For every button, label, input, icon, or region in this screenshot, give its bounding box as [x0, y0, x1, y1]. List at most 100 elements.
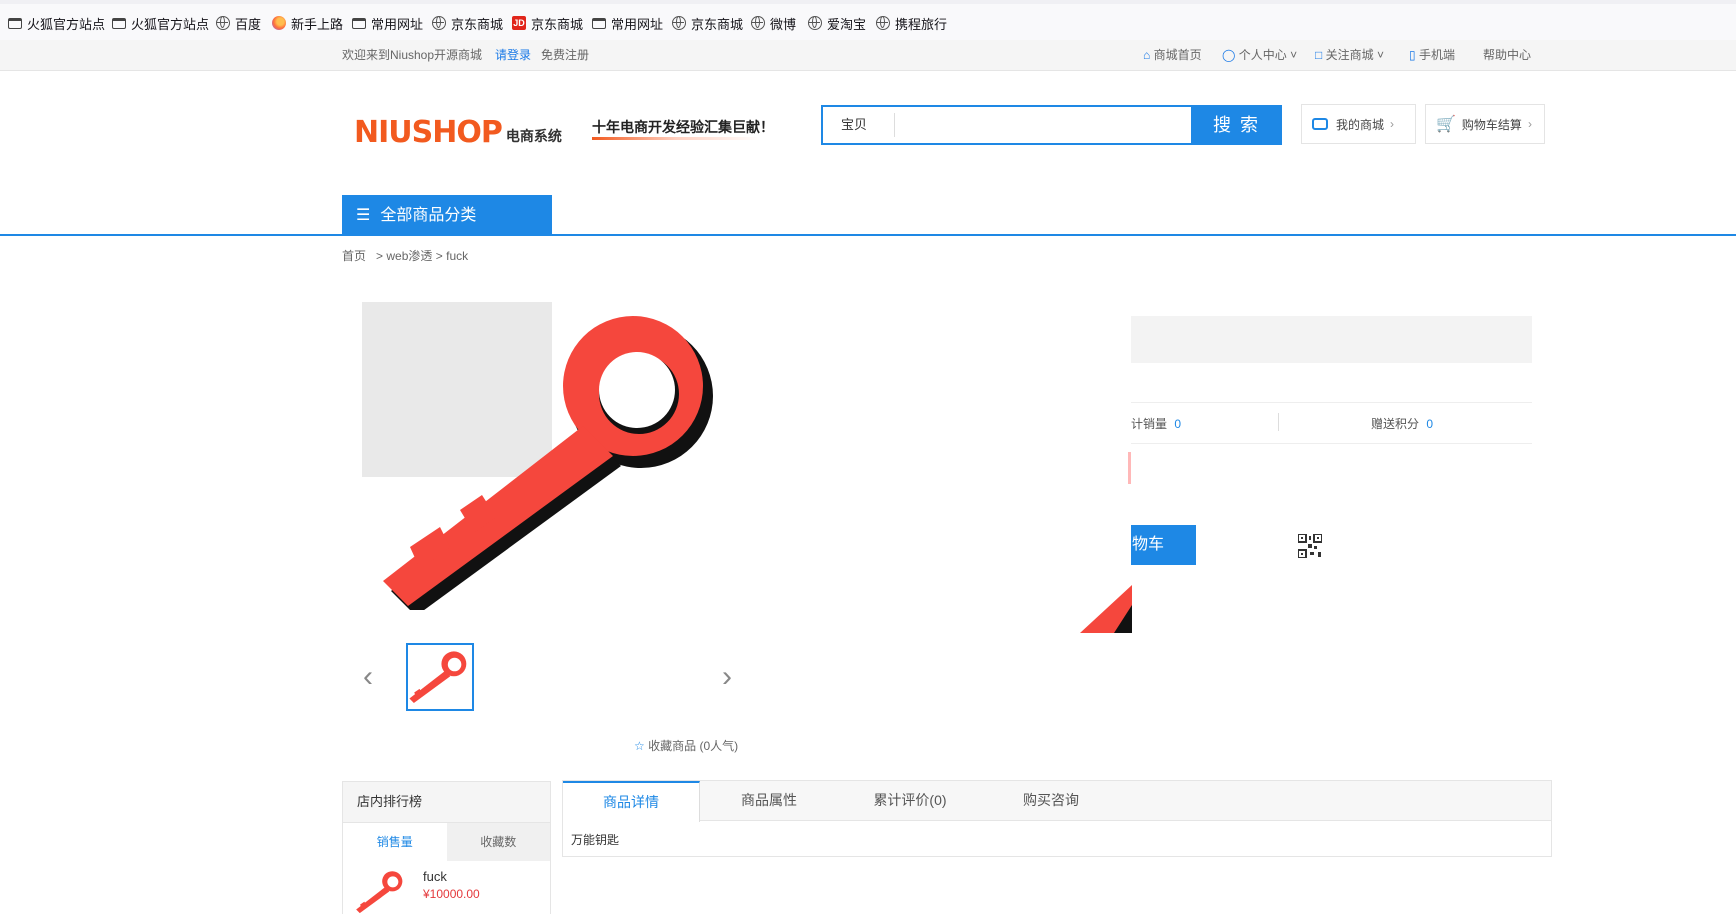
folder-icon: [592, 17, 606, 29]
site-logo[interactable]: NIUSHOP 电商系统: [354, 114, 562, 150]
bookmark-item[interactable]: 携程旅行: [876, 12, 947, 34]
bookmarks-toolbar: 火狐官方站点 火狐官方站点 百度 新手上路 常用网址 京东商城 JD 京东商城 常…: [0, 0, 1736, 40]
cart-button[interactable]: 🛒 购物车结算 ›: [1425, 104, 1545, 144]
search-scope[interactable]: 宝贝: [841, 107, 867, 143]
ranking-panel: 店内排行榜 销售量 收藏数 fuck ¥10000.00: [342, 781, 551, 914]
globe-icon: [672, 16, 686, 30]
breadcrumb-product: fuck: [446, 249, 469, 263]
search-input[interactable]: [901, 109, 1185, 143]
qr-code-icon[interactable]: [1298, 534, 1322, 558]
bookmark-item[interactable]: 京东商城: [432, 12, 503, 34]
my-mall-button[interactable]: 我的商城 ›: [1301, 104, 1416, 144]
key-icon: [409, 651, 467, 703]
user-icon: ◯: [1222, 48, 1236, 62]
follow-mall-link[interactable]: □ 关注商城 ˅: [1315, 40, 1384, 70]
globe-icon: [432, 16, 446, 30]
tab-product-attributes[interactable]: 商品属性: [701, 781, 837, 819]
bookmark-item[interactable]: 新手上路: [272, 12, 343, 34]
bookmark-label: 火狐官方站点: [27, 16, 106, 32]
search-button[interactable]: 搜 索: [1191, 105, 1282, 145]
ranking-title: 店内排行榜: [343, 782, 550, 823]
sales-count: 计销量 0: [1131, 415, 1181, 432]
bookmark-item[interactable]: 百度: [216, 12, 261, 34]
chevron-right-icon: ›: [722, 660, 732, 693]
globe-icon: [751, 16, 765, 30]
tab-inquiry[interactable]: 购买咨询: [983, 781, 1119, 819]
thumbnail-item[interactable]: [406, 643, 474, 711]
bookmark-item[interactable]: 常用网址: [352, 12, 423, 34]
add-to-cart-button[interactable]: 购物车: [1131, 525, 1196, 565]
ranking-item-price: ¥10000.00: [423, 887, 480, 901]
bookmark-label: 新手上路: [291, 16, 344, 32]
home-icon: ⌂: [1143, 48, 1151, 62]
tab-reviews[interactable]: 累计评价(0): [837, 781, 983, 819]
firefox-icon: [272, 16, 286, 30]
info-divider: [1131, 402, 1532, 403]
breadcrumb-home[interactable]: 首页: [342, 249, 366, 263]
chevron-down-icon: ˅: [1290, 48, 1298, 62]
mobile-icon: ▯: [1409, 48, 1416, 62]
cart-label: 购物车结算: [1461, 117, 1522, 132]
search-divider: [894, 113, 895, 137]
help-center-link[interactable]: 帮助中心: [1483, 40, 1531, 70]
bookmark-item[interactable]: 常用网址: [592, 12, 663, 34]
follow-mall-label: 关注商城: [1325, 48, 1374, 62]
sales-value: 0: [1174, 417, 1182, 431]
all-categories-label: 全部商品分类: [380, 207, 477, 224]
mobile-link[interactable]: ▯ 手机端: [1409, 40, 1455, 70]
ranking-item[interactable]: fuck ¥10000.00: [343, 861, 550, 915]
bookmark-label: 京东商城: [691, 16, 744, 32]
logo-text: NIUSHOP: [354, 115, 503, 150]
detail-panel: 商品详情 商品属性 累计评价(0) 购买咨询 万能钥匙: [562, 780, 1552, 857]
chevron-right-icon: ›: [1390, 117, 1395, 131]
key-icon: [383, 316, 713, 610]
ranking-tabs: 销售量 收藏数: [343, 823, 550, 861]
login-link[interactable]: 请登录: [495, 40, 531, 70]
breadcrumb: 首页 > web渗透 > fuck: [342, 247, 468, 264]
welcome-text: 欢迎来到Niushop开源商城: [342, 48, 483, 62]
globe-icon: [216, 16, 230, 30]
detail-content: 万能钥匙: [571, 833, 620, 847]
store-icon: [1312, 118, 1328, 130]
tab-sales[interactable]: 销售量: [343, 823, 447, 861]
breadcrumb-separator: >: [376, 249, 384, 263]
bookmark-item[interactable]: 爱淘宝: [808, 12, 866, 34]
bookmark-label: 微博: [770, 16, 797, 32]
bookmark-item[interactable]: 京东商城: [672, 12, 743, 34]
personal-center-label: 个人中心: [1238, 48, 1287, 62]
bookmark-label: 常用网址: [611, 16, 664, 32]
slogan-underline: [592, 137, 760, 140]
favorite-label: 收藏商品 (0人气): [648, 739, 739, 753]
tab-favorites[interactable]: 收藏数: [446, 823, 550, 861]
menu-icon: ☰: [356, 207, 371, 224]
breadcrumb-separator: >: [435, 249, 443, 263]
breadcrumb-category[interactable]: web渗透: [386, 249, 432, 263]
mall-home-link[interactable]: ⌂ 商城首页: [1143, 40, 1202, 70]
bookmark-label: 常用网址: [371, 16, 424, 32]
selection-marker: [1128, 452, 1131, 484]
register-link[interactable]: 免费注册: [541, 40, 589, 70]
bookmark-item[interactable]: 火狐官方站点: [8, 12, 105, 34]
all-categories-button[interactable]: ☰ 全部商品分类: [342, 195, 552, 236]
bookmark-item[interactable]: 火狐官方站点: [112, 12, 209, 34]
image-fragment: [1080, 585, 1132, 633]
globe-icon: [808, 16, 822, 30]
folder-icon: [352, 17, 366, 29]
star-icon: ☆: [634, 739, 645, 753]
tab-product-detail[interactable]: 商品详情: [563, 781, 700, 822]
product-main-image[interactable]: [375, 310, 735, 610]
cart-icon: 🛒: [1436, 116, 1456, 133]
thumbnail-prev-button[interactable]: ‹: [363, 662, 373, 692]
bookmark-item[interactable]: 微博: [751, 12, 796, 34]
favorite-button[interactable]: ☆ 收藏商品 (0人气): [634, 737, 738, 754]
bookmark-item[interactable]: JD 京东商城: [512, 12, 583, 34]
bookmark-label: 携程旅行: [895, 16, 948, 32]
price-panel: [1131, 316, 1532, 363]
points-count: 赠送积分 0: [1371, 415, 1433, 432]
shop-topbar: 欢迎来到Niushop开源商城 请登录 免费注册 ⌂ 商城首页 ◯ 个人中心 ˅…: [0, 40, 1736, 71]
thumbnail-next-button[interactable]: ›: [722, 662, 732, 692]
mobile-label: 手机端: [1418, 48, 1455, 62]
personal-center-link[interactable]: ◯ 个人中心 ˅: [1222, 40, 1297, 70]
bookmark-label: 爱淘宝: [827, 16, 867, 32]
bookmark-label: 百度: [235, 16, 262, 32]
